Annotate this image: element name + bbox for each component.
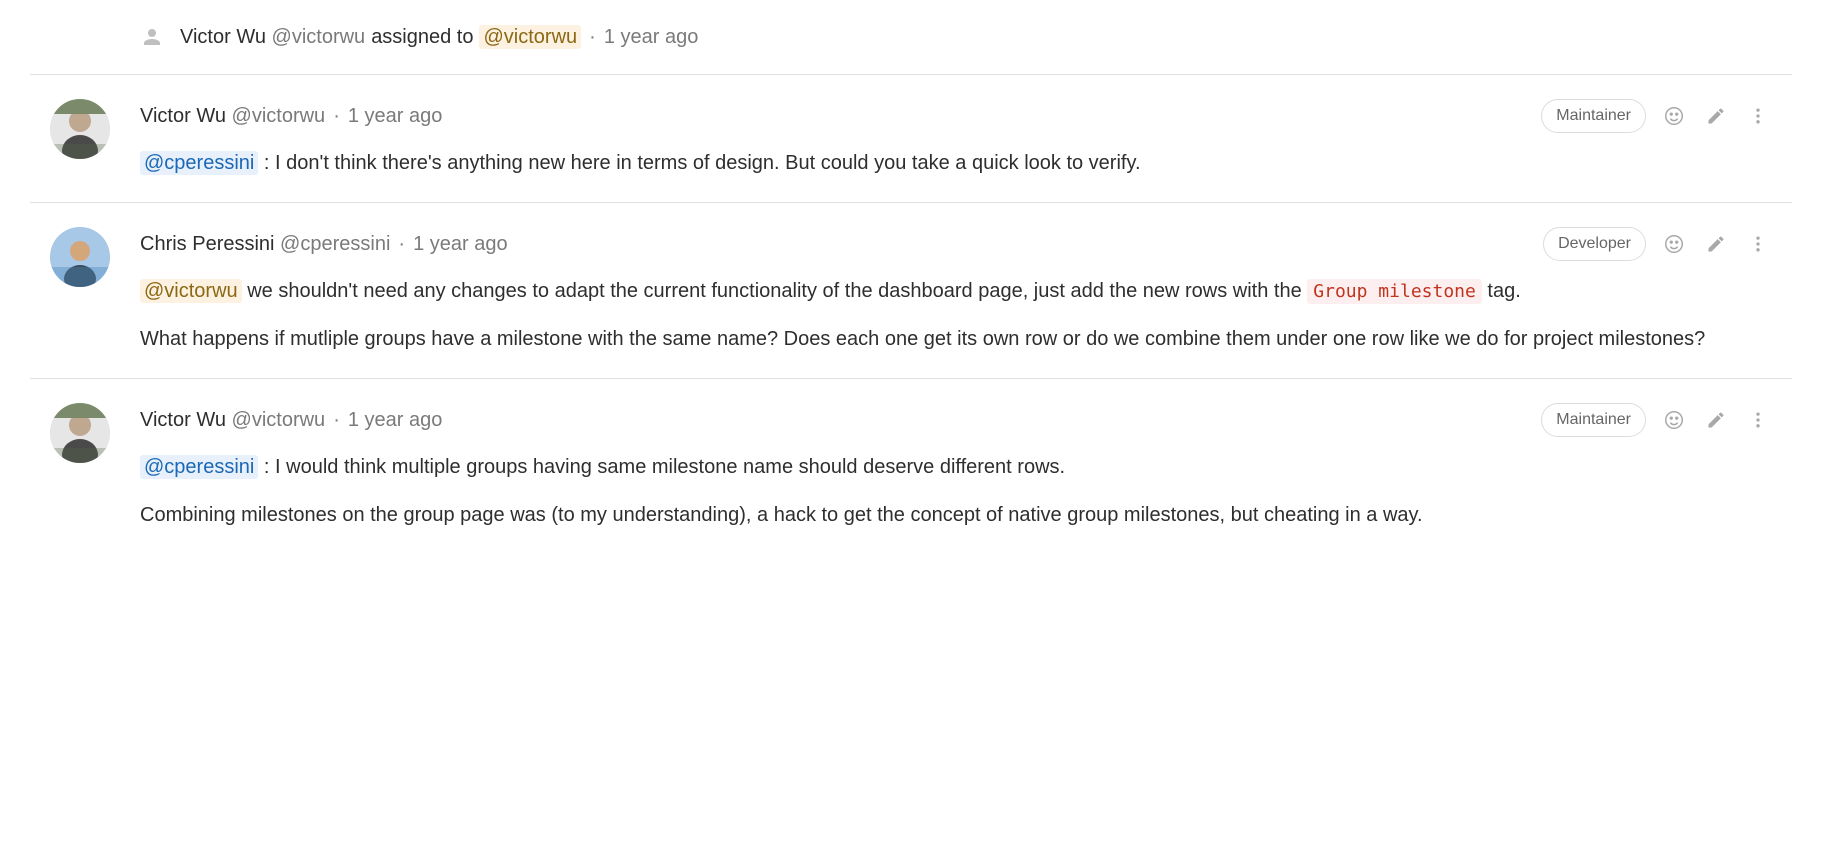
- mention: @victorwu: [140, 279, 242, 303]
- system-target-link[interactable]: @victorwu: [479, 22, 581, 52]
- emoji-icon[interactable]: [1660, 230, 1688, 258]
- edit-icon[interactable]: [1702, 406, 1730, 434]
- comment-text: we shouldn't need any changes to adapt t…: [242, 280, 1308, 302]
- note-handle: @cperessini: [280, 233, 390, 255]
- mention-link[interactable]: @cperessini: [140, 455, 258, 479]
- system-action: assigned to: [371, 22, 473, 52]
- note-handle: @victorwu: [232, 105, 326, 127]
- more-icon[interactable]: [1744, 406, 1772, 434]
- comment-note: Chris Peressini @cperessini · 1 year ago…: [30, 203, 1792, 379]
- note-time: 1 year ago: [348, 409, 443, 431]
- note-author-link[interactable]: Victor Wu @victorwu: [140, 101, 325, 131]
- emoji-icon[interactable]: [1660, 102, 1688, 130]
- role-badge: Developer: [1543, 227, 1646, 261]
- avatar: [50, 227, 110, 287]
- note-author: Chris Peressini: [140, 233, 274, 255]
- avatar-col: [30, 99, 140, 178]
- note-author-link[interactable]: Chris Peressini @cperessini: [140, 229, 390, 259]
- note-content: @cperessini : I would think multiple gro…: [140, 452, 1772, 530]
- avatar-link[interactable]: [50, 99, 110, 178]
- more-icon[interactable]: [1744, 102, 1772, 130]
- note-author-link[interactable]: Victor Wu @victorwu: [140, 405, 325, 435]
- comment-text: : I don't think there's anything new her…: [258, 152, 1140, 174]
- avatar: [50, 403, 110, 463]
- note-header: Victor Wu @victorwu · 1 year ago Maintai…: [140, 403, 1772, 437]
- comment-text: : I would think multiple groups having s…: [258, 456, 1065, 478]
- edit-icon[interactable]: [1702, 230, 1730, 258]
- user-icon: [140, 25, 164, 49]
- code-tag: Group milestone: [1307, 279, 1482, 304]
- comment-note: Victor Wu @victorwu · 1 year ago Maintai…: [30, 379, 1792, 554]
- system-author-link[interactable]: Victor Wu @victorwu: [180, 22, 365, 52]
- note-header: Victor Wu @victorwu · 1 year ago Maintai…: [140, 99, 1772, 133]
- mention-link[interactable]: @victorwu: [140, 279, 242, 303]
- separator: ·: [331, 101, 342, 131]
- note-content: @victorwu we shouldn't need any changes …: [140, 276, 1772, 354]
- system-time: 1 year ago: [604, 22, 699, 52]
- note-time-link[interactable]: 1 year ago: [413, 229, 508, 259]
- system-target: @victorwu: [479, 25, 581, 49]
- comment-text: tag.: [1482, 280, 1521, 302]
- system-handle: @victorwu: [272, 26, 366, 48]
- comment-text: What happens if mutliple groups have a m…: [140, 324, 1772, 354]
- mention: @cperessini: [140, 151, 258, 175]
- mention: @cperessini: [140, 455, 258, 479]
- system-note-text: Victor Wu @victorwu assigned to @victorw…: [120, 22, 698, 52]
- role-badge: Maintainer: [1541, 99, 1646, 133]
- more-icon[interactable]: [1744, 230, 1772, 258]
- note-author: Victor Wu: [140, 105, 226, 127]
- comment-text: Combining milestones on the group page w…: [140, 500, 1772, 530]
- note-header: Chris Peressini @cperessini · 1 year ago…: [140, 227, 1772, 261]
- system-author: Victor Wu: [180, 26, 266, 48]
- comment-note: Victor Wu @victorwu · 1 year ago Maintai…: [30, 75, 1792, 203]
- note-time: 1 year ago: [413, 233, 508, 255]
- note-time-link[interactable]: 1 year ago: [348, 405, 443, 435]
- separator: ·: [396, 229, 407, 259]
- avatar: [50, 99, 110, 159]
- avatar-col: [30, 403, 140, 530]
- mention-link[interactable]: @cperessini: [140, 151, 258, 175]
- separator: ·: [587, 22, 598, 52]
- role-badge: Maintainer: [1541, 403, 1646, 437]
- avatar-link[interactable]: [50, 403, 110, 530]
- separator: ·: [331, 405, 342, 435]
- avatar-col: [30, 227, 140, 354]
- note-content: @cperessini : I don't think there's anyt…: [140, 148, 1772, 178]
- note-author: Victor Wu: [140, 409, 226, 431]
- avatar-link[interactable]: [50, 227, 110, 354]
- note-time-link[interactable]: 1 year ago: [348, 101, 443, 131]
- edit-icon[interactable]: [1702, 102, 1730, 130]
- system-note: Victor Wu @victorwu assigned to @victorw…: [30, 0, 1792, 75]
- note-handle: @victorwu: [232, 409, 326, 431]
- emoji-icon[interactable]: [1660, 406, 1688, 434]
- note-time: 1 year ago: [348, 105, 443, 127]
